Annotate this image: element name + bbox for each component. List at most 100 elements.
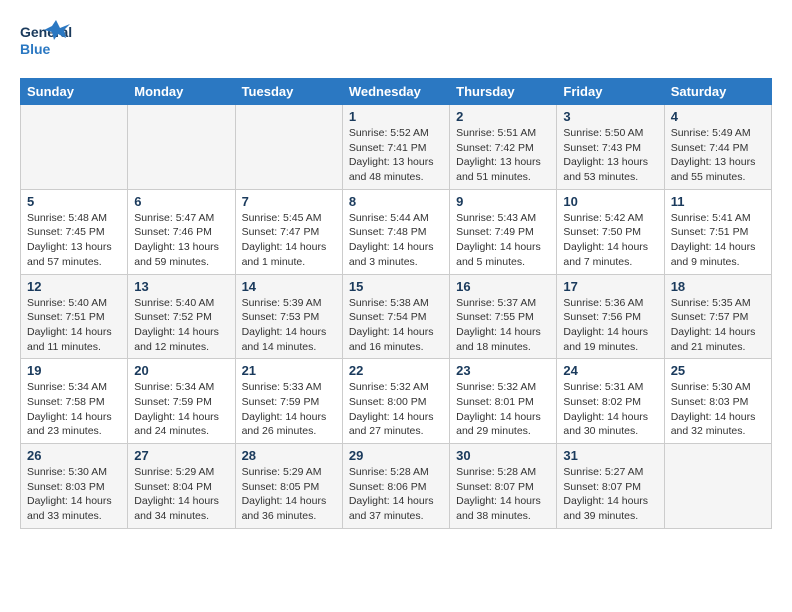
day-number: 9 xyxy=(456,194,550,209)
day-info: Sunrise: 5:33 AMSunset: 7:59 PMDaylight:… xyxy=(242,381,327,437)
calendar-cell: 5 Sunrise: 5:48 AMSunset: 7:45 PMDayligh… xyxy=(21,189,128,274)
day-info: Sunrise: 5:30 AMSunset: 8:03 PMDaylight:… xyxy=(671,381,756,437)
calendar-cell xyxy=(21,105,128,190)
day-number: 16 xyxy=(456,279,550,294)
day-info: Sunrise: 5:43 AMSunset: 7:49 PMDaylight:… xyxy=(456,212,541,268)
calendar-cell: 28 Sunrise: 5:29 AMSunset: 8:05 PMDaylig… xyxy=(235,444,342,529)
weekday-header-monday: Monday xyxy=(128,79,235,105)
day-info: Sunrise: 5:51 AMSunset: 7:42 PMDaylight:… xyxy=(456,127,541,183)
day-info: Sunrise: 5:52 AMSunset: 7:41 PMDaylight:… xyxy=(349,127,434,183)
day-number: 20 xyxy=(134,363,228,378)
day-info: Sunrise: 5:38 AMSunset: 7:54 PMDaylight:… xyxy=(349,297,434,353)
calendar-cell: 6 Sunrise: 5:47 AMSunset: 7:46 PMDayligh… xyxy=(128,189,235,274)
calendar-cell xyxy=(235,105,342,190)
calendar-table: SundayMondayTuesdayWednesdayThursdayFrid… xyxy=(20,78,772,529)
day-number: 4 xyxy=(671,109,765,124)
calendar-cell: 14 Sunrise: 5:39 AMSunset: 7:53 PMDaylig… xyxy=(235,274,342,359)
day-info: Sunrise: 5:34 AMSunset: 7:59 PMDaylight:… xyxy=(134,381,219,437)
calendar-cell: 11 Sunrise: 5:41 AMSunset: 7:51 PMDaylig… xyxy=(664,189,771,274)
day-number: 26 xyxy=(27,448,121,463)
day-info: Sunrise: 5:32 AMSunset: 8:01 PMDaylight:… xyxy=(456,381,541,437)
day-number: 25 xyxy=(671,363,765,378)
calendar-cell: 17 Sunrise: 5:36 AMSunset: 7:56 PMDaylig… xyxy=(557,274,664,359)
calendar-cell: 18 Sunrise: 5:35 AMSunset: 7:57 PMDaylig… xyxy=(664,274,771,359)
calendar-cell: 31 Sunrise: 5:27 AMSunset: 8:07 PMDaylig… xyxy=(557,444,664,529)
day-number: 12 xyxy=(27,279,121,294)
weekday-header-saturday: Saturday xyxy=(664,79,771,105)
calendar-cell: 16 Sunrise: 5:37 AMSunset: 7:55 PMDaylig… xyxy=(450,274,557,359)
day-info: Sunrise: 5:49 AMSunset: 7:44 PMDaylight:… xyxy=(671,127,756,183)
day-number: 14 xyxy=(242,279,336,294)
day-number: 7 xyxy=(242,194,336,209)
day-info: Sunrise: 5:31 AMSunset: 8:02 PMDaylight:… xyxy=(563,381,648,437)
weekday-header-tuesday: Tuesday xyxy=(235,79,342,105)
calendar-cell: 9 Sunrise: 5:43 AMSunset: 7:49 PMDayligh… xyxy=(450,189,557,274)
calendar-cell xyxy=(664,444,771,529)
logo: General Blue xyxy=(20,20,72,62)
day-number: 5 xyxy=(27,194,121,209)
calendar-cell: 19 Sunrise: 5:34 AMSunset: 7:58 PMDaylig… xyxy=(21,359,128,444)
day-info: Sunrise: 5:44 AMSunset: 7:48 PMDaylight:… xyxy=(349,212,434,268)
calendar-cell: 13 Sunrise: 5:40 AMSunset: 7:52 PMDaylig… xyxy=(128,274,235,359)
weekday-header-thursday: Thursday xyxy=(450,79,557,105)
weekday-header-sunday: Sunday xyxy=(21,79,128,105)
calendar-cell: 23 Sunrise: 5:32 AMSunset: 8:01 PMDaylig… xyxy=(450,359,557,444)
day-number: 24 xyxy=(563,363,657,378)
day-info: Sunrise: 5:40 AMSunset: 7:51 PMDaylight:… xyxy=(27,297,112,353)
svg-text:Blue: Blue xyxy=(20,41,51,57)
calendar-cell: 20 Sunrise: 5:34 AMSunset: 7:59 PMDaylig… xyxy=(128,359,235,444)
day-number: 30 xyxy=(456,448,550,463)
calendar-cell: 21 Sunrise: 5:33 AMSunset: 7:59 PMDaylig… xyxy=(235,359,342,444)
calendar-cell xyxy=(128,105,235,190)
day-info: Sunrise: 5:40 AMSunset: 7:52 PMDaylight:… xyxy=(134,297,219,353)
day-info: Sunrise: 5:34 AMSunset: 7:58 PMDaylight:… xyxy=(27,381,112,437)
day-number: 6 xyxy=(134,194,228,209)
day-number: 2 xyxy=(456,109,550,124)
page: General Blue SundayMondayTuesdayWednesda… xyxy=(0,0,792,539)
day-number: 23 xyxy=(456,363,550,378)
day-number: 11 xyxy=(671,194,765,209)
calendar-cell: 27 Sunrise: 5:29 AMSunset: 8:04 PMDaylig… xyxy=(128,444,235,529)
day-number: 29 xyxy=(349,448,443,463)
calendar-cell: 8 Sunrise: 5:44 AMSunset: 7:48 PMDayligh… xyxy=(342,189,449,274)
day-info: Sunrise: 5:28 AMSunset: 8:07 PMDaylight:… xyxy=(456,466,541,522)
calendar-cell: 3 Sunrise: 5:50 AMSunset: 7:43 PMDayligh… xyxy=(557,105,664,190)
day-info: Sunrise: 5:29 AMSunset: 8:04 PMDaylight:… xyxy=(134,466,219,522)
day-info: Sunrise: 5:45 AMSunset: 7:47 PMDaylight:… xyxy=(242,212,327,268)
calendar-cell: 30 Sunrise: 5:28 AMSunset: 8:07 PMDaylig… xyxy=(450,444,557,529)
day-number: 10 xyxy=(563,194,657,209)
day-info: Sunrise: 5:39 AMSunset: 7:53 PMDaylight:… xyxy=(242,297,327,353)
day-number: 18 xyxy=(671,279,765,294)
day-info: Sunrise: 5:27 AMSunset: 8:07 PMDaylight:… xyxy=(563,466,648,522)
calendar-cell: 29 Sunrise: 5:28 AMSunset: 8:06 PMDaylig… xyxy=(342,444,449,529)
day-number: 15 xyxy=(349,279,443,294)
calendar-cell: 25 Sunrise: 5:30 AMSunset: 8:03 PMDaylig… xyxy=(664,359,771,444)
day-info: Sunrise: 5:28 AMSunset: 8:06 PMDaylight:… xyxy=(349,466,434,522)
day-info: Sunrise: 5:35 AMSunset: 7:57 PMDaylight:… xyxy=(671,297,756,353)
day-number: 19 xyxy=(27,363,121,378)
day-number: 1 xyxy=(349,109,443,124)
day-info: Sunrise: 5:42 AMSunset: 7:50 PMDaylight:… xyxy=(563,212,648,268)
day-number: 3 xyxy=(563,109,657,124)
day-info: Sunrise: 5:32 AMSunset: 8:00 PMDaylight:… xyxy=(349,381,434,437)
calendar-cell: 24 Sunrise: 5:31 AMSunset: 8:02 PMDaylig… xyxy=(557,359,664,444)
weekday-header-wednesday: Wednesday xyxy=(342,79,449,105)
calendar-cell: 10 Sunrise: 5:42 AMSunset: 7:50 PMDaylig… xyxy=(557,189,664,274)
day-info: Sunrise: 5:41 AMSunset: 7:51 PMDaylight:… xyxy=(671,212,756,268)
day-number: 31 xyxy=(563,448,657,463)
calendar-cell: 22 Sunrise: 5:32 AMSunset: 8:00 PMDaylig… xyxy=(342,359,449,444)
calendar-cell: 4 Sunrise: 5:49 AMSunset: 7:44 PMDayligh… xyxy=(664,105,771,190)
day-number: 17 xyxy=(563,279,657,294)
day-info: Sunrise: 5:47 AMSunset: 7:46 PMDaylight:… xyxy=(134,212,219,268)
day-info: Sunrise: 5:37 AMSunset: 7:55 PMDaylight:… xyxy=(456,297,541,353)
day-info: Sunrise: 5:36 AMSunset: 7:56 PMDaylight:… xyxy=(563,297,648,353)
calendar-cell: 1 Sunrise: 5:52 AMSunset: 7:41 PMDayligh… xyxy=(342,105,449,190)
header: General Blue xyxy=(20,20,772,62)
day-info: Sunrise: 5:29 AMSunset: 8:05 PMDaylight:… xyxy=(242,466,327,522)
day-number: 13 xyxy=(134,279,228,294)
weekday-header-friday: Friday xyxy=(557,79,664,105)
day-number: 27 xyxy=(134,448,228,463)
day-number: 22 xyxy=(349,363,443,378)
day-info: Sunrise: 5:48 AMSunset: 7:45 PMDaylight:… xyxy=(27,212,112,268)
day-number: 8 xyxy=(349,194,443,209)
